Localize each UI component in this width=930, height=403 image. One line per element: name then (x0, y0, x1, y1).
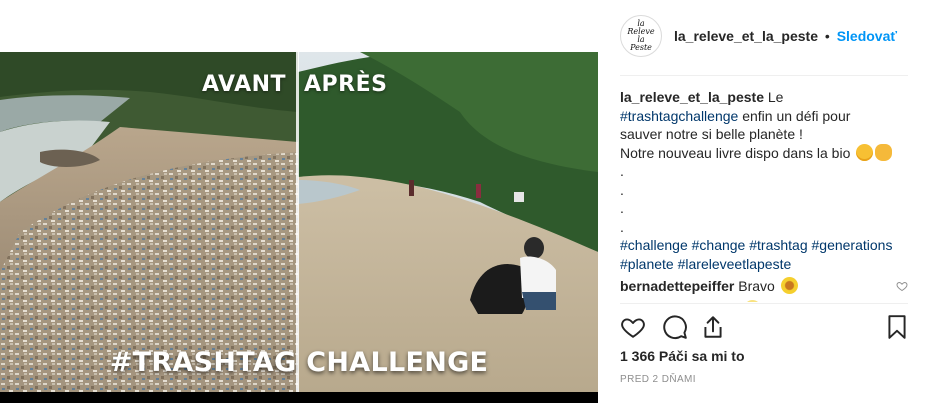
caption-text-2: enfin un défi pour (738, 107, 851, 124)
comments-section[interactable]: la_releve_et_la_peste Le #trashtagchalle… (620, 88, 916, 302)
media-letterbox (0, 0, 598, 52)
share-icon[interactable] (700, 314, 726, 340)
header-text: la_releve_et_la_peste • Sledovať (674, 28, 897, 44)
hashtag-planete[interactable]: #planete (620, 256, 674, 272)
sunflower-emoji-icon (780, 277, 798, 294)
photo-title: #TRASHTAG CHALLENGE (109, 347, 489, 378)
header-separator: • (824, 28, 830, 44)
label-after: APRÈS (304, 72, 388, 97)
smiling-emoji-icon (856, 143, 874, 161)
avatar-logo-text: la Releve la Peste (627, 19, 655, 52)
raised-fist-emoji-icon (875, 143, 893, 161)
hashtag-challenge[interactable]: #challenge (620, 237, 688, 253)
media-area: AVANT APRÈS #TRASHTAG CHALLENGE (0, 0, 598, 403)
header-divider (620, 75, 908, 76)
hashtag-lareleveetlapeste[interactable]: #lareleveetlapeste (678, 256, 792, 272)
caption-dot: . (620, 181, 624, 198)
hashtag-change[interactable]: #change (692, 237, 746, 253)
post-photo[interactable]: AVANT APRÈS #TRASHTAG CHALLENGE (0, 52, 598, 392)
caption-dot: . (620, 218, 624, 235)
comment-item: bernadettepeiffer Bravo (620, 277, 916, 296)
comment-text: Bravo (738, 278, 775, 294)
comment-item-partial (620, 299, 916, 302)
caption-dot: . (620, 163, 624, 179)
caption-username[interactable]: la_releve_et_la_peste (620, 89, 764, 105)
post-timestamp[interactable]: PRED 2 DŇAMI (620, 374, 696, 385)
caption-text-1: Le (764, 89, 784, 105)
beach-before-after-photo (0, 52, 598, 392)
hashtag-trashtag[interactable]: #trashtag (749, 237, 807, 253)
label-before: AVANT (202, 72, 287, 97)
comments-divider (620, 303, 908, 304)
comment-like-heart-icon[interactable] (896, 280, 908, 292)
hashtag-generations[interactable]: #generations (812, 237, 893, 253)
avatar[interactable]: la Releve la Peste (620, 15, 662, 57)
caption-text-4: Notre nouveau livre dispo dans la bio (620, 144, 851, 161)
bookmark-icon[interactable] (884, 314, 910, 340)
caption: la_releve_et_la_peste Le #trashtagchalle… (620, 88, 916, 273)
comment-username[interactable]: bernadettepeiffer (620, 278, 734, 294)
caption-dot: . (620, 200, 624, 216)
sunflower-emoji-icon (743, 299, 761, 302)
comment-icon[interactable] (662, 314, 688, 340)
heart-icon[interactable] (620, 314, 646, 340)
hashtag-trashtagchallenge[interactable]: #trashtagchallenge (620, 108, 738, 124)
post-header: la Releve la Peste la_releve_et_la_peste… (598, 0, 930, 76)
post-side-panel: la Releve la Peste la_releve_et_la_peste… (598, 0, 930, 403)
likes-count[interactable]: 1 366 Páči sa mi to (620, 348, 745, 364)
header-username[interactable]: la_releve_et_la_peste (674, 28, 818, 44)
follow-button[interactable]: Sledovať (837, 28, 897, 44)
caption-text-3: sauver notre si belle planète ! (620, 126, 803, 142)
action-bar (620, 314, 910, 340)
